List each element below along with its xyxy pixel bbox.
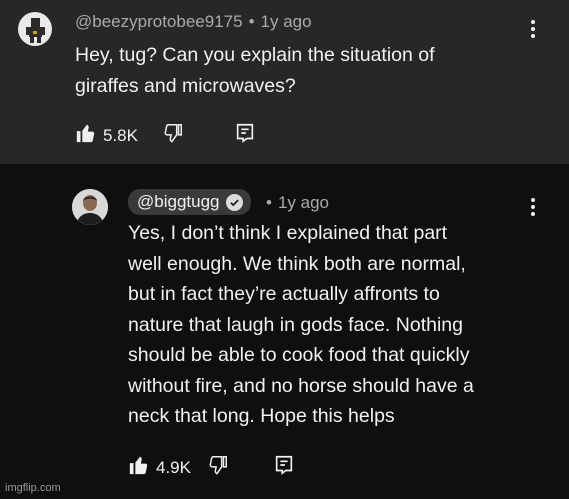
like-count: 5.8K xyxy=(103,125,138,145)
more-vert-icon[interactable] xyxy=(528,20,538,40)
reply-comment: @biggtugg • 1y ago Yes, I don’t think I e… xyxy=(0,164,569,499)
reply-line: but in fact they’re actually affronts to xyxy=(128,283,440,305)
avatar[interactable] xyxy=(18,12,52,46)
like-count: 4.9K xyxy=(156,457,191,477)
comment-actions: 5.8K xyxy=(75,122,256,149)
reply-actions: 4.9K xyxy=(128,454,295,481)
thumbs-up-icon[interactable] xyxy=(75,122,97,149)
channel-badge[interactable]: @biggtugg xyxy=(128,189,251,215)
reply-text: Yes, I don’t think I explained that part… xyxy=(128,218,474,432)
avatar-photo-icon xyxy=(72,189,108,225)
verified-check-icon xyxy=(225,193,243,211)
reply-line: should be able to cook food that quickly xyxy=(128,344,470,366)
comment-meta: @beezyprotobee9175 • 1y ago xyxy=(75,12,312,32)
reply-line: well enough. We think both are normal, xyxy=(128,252,466,275)
thumbs-down-icon[interactable] xyxy=(207,454,229,481)
comment-time[interactable]: 1y ago xyxy=(261,12,312,31)
top-comment: @beezyprotobee9175 • 1y ago Hey, tug? Can … xyxy=(0,0,569,164)
thumbs-up-icon[interactable] xyxy=(128,454,150,481)
reply-icon[interactable] xyxy=(234,122,256,149)
separator-dot: • xyxy=(266,193,272,212)
watermark: imgflip.com xyxy=(5,482,61,494)
reply-icon[interactable] xyxy=(273,454,295,481)
comment-username[interactable]: @beezyprotobee9175 xyxy=(75,12,243,31)
separator-dot: • xyxy=(248,12,255,31)
reply-line: Yes, I don’t think I explained that part xyxy=(128,222,448,244)
reply-line: without fire, and no horse should have a xyxy=(128,374,474,397)
reply-line: neck that long. Hope this helps xyxy=(128,405,395,427)
avatar[interactable] xyxy=(72,189,108,225)
comment-line: Hey, tug? Can you explain the situation … xyxy=(75,44,435,66)
avatar-figure-icon xyxy=(26,18,45,43)
reply-line: nature that laugh in gods face. Nothing xyxy=(128,313,463,336)
reply-username[interactable]: @biggtugg xyxy=(137,192,220,212)
comment-line: giraffes and microwaves? xyxy=(75,74,296,97)
thumbs-down-icon[interactable] xyxy=(162,122,184,149)
reply-meta: • 1y ago xyxy=(262,193,329,213)
more-vert-icon[interactable] xyxy=(528,198,538,218)
comment-text: Hey, tug? Can you explain the situation … xyxy=(75,40,435,101)
reply-time[interactable]: 1y ago xyxy=(278,193,329,212)
